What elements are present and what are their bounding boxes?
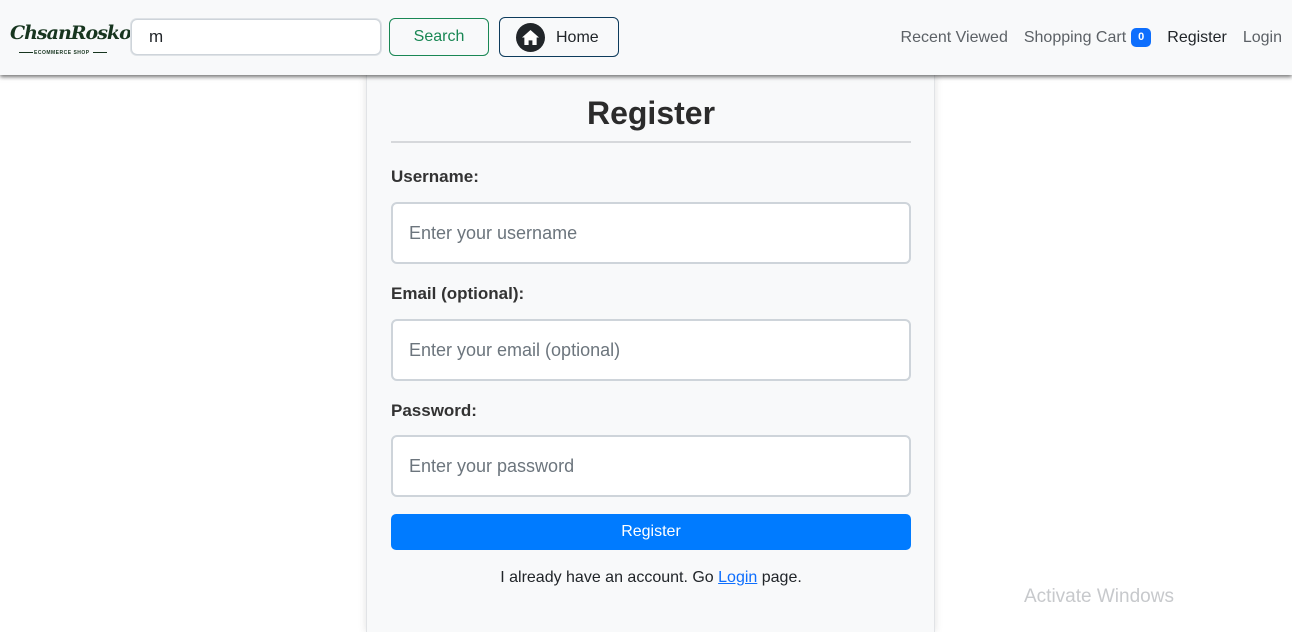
register-card: Register Username: Email (optional): Pas…: [366, 72, 935, 632]
nav-link-login[interactable]: Login: [1243, 29, 1282, 47]
password-field[interactable]: [391, 435, 911, 497]
search-button[interactable]: Search: [389, 18, 489, 56]
home-button[interactable]: Home: [499, 17, 619, 57]
login-prompt-before: I already have an account. Go: [500, 569, 719, 586]
email-field[interactable]: [391, 319, 911, 381]
title-divider: [391, 141, 911, 143]
register-submit-button[interactable]: Register: [391, 514, 911, 550]
login-prompt: I already have an account. Go Login page…: [391, 569, 911, 587]
activate-windows-watermark: Activate Windows: [1024, 586, 1174, 607]
nav-link-shopping-cart-label: Shopping Cart: [1023, 28, 1127, 46]
brand-logo[interactable]: ChsanRosko ECOMMERCE SHOP: [10, 22, 132, 62]
nav-link-recent-viewed[interactable]: Recent Viewed: [901, 29, 1008, 47]
login-link[interactable]: Login: [718, 569, 757, 586]
password-label: Password:: [391, 401, 477, 420]
nav-links: Recent Viewed Shopping Cart 0 Register L…: [901, 28, 1282, 47]
brand-logo-subtitle: ECOMMERCE SHOP: [34, 50, 90, 56]
house-icon: [516, 23, 545, 52]
navbar: ChsanRosko ECOMMERCE SHOP Search Home Re…: [0, 0, 1292, 75]
nav-link-shopping-cart[interactable]: Shopping Cart 0: [1023, 28, 1152, 47]
email-label: Email (optional):: [391, 284, 525, 303]
logo-divider: [19, 52, 33, 53]
home-button-label: Home: [556, 29, 599, 46]
page-title: Register: [586, 95, 716, 131]
cart-count-badge: 0: [1131, 28, 1152, 47]
username-label: Username:: [391, 167, 479, 186]
login-prompt-after: page.: [757, 569, 802, 586]
nav-link-register[interactable]: Register: [1167, 29, 1227, 47]
brand-logo-script: ChsanRosko: [10, 22, 132, 44]
username-field[interactable]: [391, 202, 911, 264]
search-input[interactable]: [131, 19, 381, 55]
logo-divider: [93, 52, 107, 53]
